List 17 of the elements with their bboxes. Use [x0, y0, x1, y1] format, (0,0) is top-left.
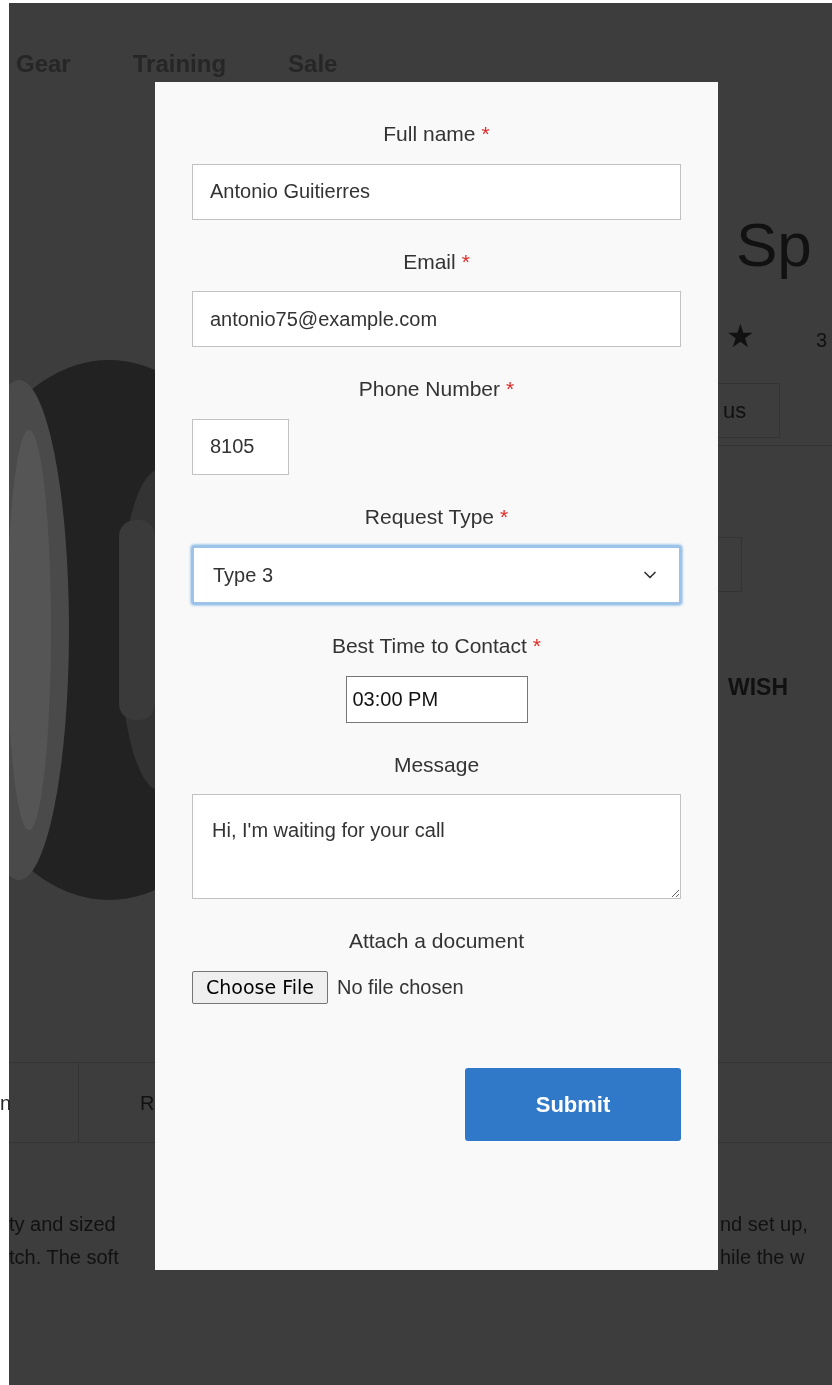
field-label: Email *: [403, 249, 470, 273]
text-field[interactable]: Antonio Guitierres: [192, 163, 681, 220]
field-label: Full name *: [383, 122, 490, 145]
choose-file-button[interactable]: Choose File: [192, 970, 328, 1004]
time-field[interactable]: 03:00 PM: [345, 675, 528, 723]
rating-text: ★: [726, 320, 755, 352]
field-label: Request Type *: [364, 504, 509, 528]
field-label: Best Time to Contact *: [331, 634, 542, 657]
field-label: Attach a document: [348, 929, 525, 952]
field-label: Message: [393, 752, 480, 776]
text-field[interactable]: antonio75@example.com: [192, 291, 681, 347]
phone-field[interactable]: 8105: [192, 418, 289, 475]
message-field[interactable]: Hi, I'm waiting for your call: [192, 794, 681, 899]
select-field[interactable]: Type 3: [192, 546, 681, 604]
file-status: No file chosen: [337, 975, 464, 1000]
submit-button[interactable]: Submit: [465, 1067, 681, 1141]
field-label: Phone Number *: [358, 377, 515, 400]
